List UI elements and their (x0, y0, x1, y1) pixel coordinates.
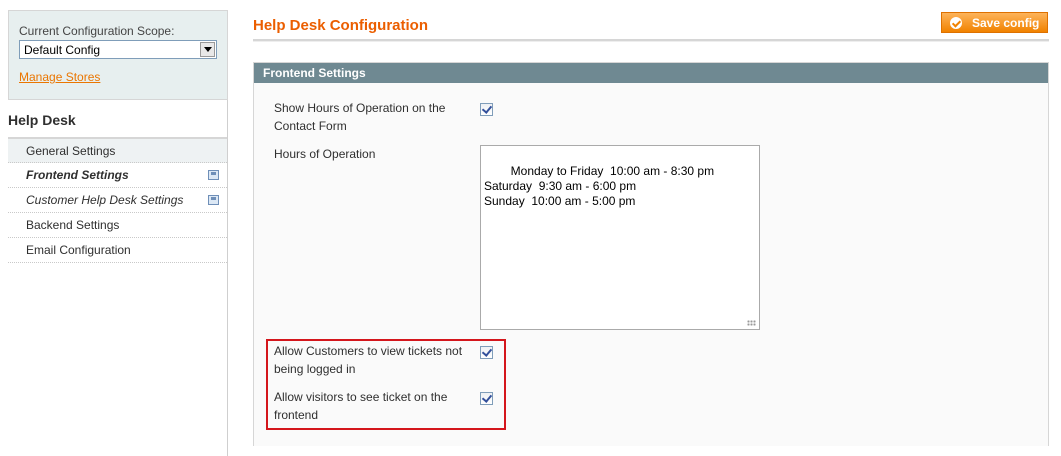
fieldset-header[interactable]: Frontend Settings (254, 63, 1048, 83)
hours-of-operation-label: Hours of Operation (274, 147, 376, 161)
nav-item-frontend-settings[interactable]: Frontend Settings (8, 163, 227, 188)
nav-section-title: Help Desk (8, 100, 227, 138)
fieldset-body: Show Hours of Operation on the Contact F… (254, 83, 1048, 446)
resize-grip-icon[interactable] (747, 317, 756, 326)
nav-item-label: General Settings (26, 144, 116, 158)
config-nav: Help Desk General Settings Frontend Sett… (8, 100, 228, 456)
title-divider (253, 39, 1049, 42)
hours-of-operation-textarea[interactable]: Monday to Friday 10:00 am - 8:30 pm Satu… (480, 145, 760, 330)
nav-item-label: Frontend Settings (26, 168, 129, 182)
chevron-down-icon[interactable] (200, 42, 215, 57)
nav-item-label: Customer Help Desk Settings (26, 193, 184, 207)
highlight-annotation-box (266, 339, 506, 430)
hours-of-operation-text: Monday to Friday 10:00 am - 8:30 pm Satu… (484, 164, 715, 208)
check-circle-icon (950, 16, 962, 29)
nav-item-general-settings[interactable]: General Settings (8, 138, 227, 163)
scope-switcher-panel: Current Configuration Scope: Default Con… (8, 10, 228, 100)
scope-label: Current Configuration Scope: (19, 24, 175, 38)
nav-item-backend-settings[interactable]: Backend Settings (8, 213, 227, 238)
frontend-settings-fieldset: Frontend Settings Show Hours of Operatio… (253, 62, 1049, 446)
page-title: Help Desk Configuration (253, 17, 429, 34)
nav-item-label: Backend Settings (26, 218, 120, 232)
manage-stores-link[interactable]: Manage Stores (19, 70, 100, 84)
main-content: Help Desk Configuration Save config Fron… (253, 0, 1051, 456)
changed-indicator-icon (208, 170, 219, 180)
nav-item-label: Email Configuration (26, 243, 131, 257)
show-hours-checkbox[interactable] (480, 103, 493, 116)
sidebar: Current Configuration Scope: Default Con… (8, 10, 228, 456)
save-config-button[interactable]: Save config (941, 12, 1048, 33)
nav-item-customer-help-desk-settings[interactable]: Customer Help Desk Settings (8, 188, 227, 213)
scope-select[interactable]: Default Config (19, 40, 217, 59)
changed-indicator-icon (208, 195, 219, 205)
show-hours-label: Show Hours of Operation on the Contact F… (274, 101, 446, 133)
save-config-label: Save config (972, 15, 1040, 30)
nav-item-email-configuration[interactable]: Email Configuration (8, 238, 227, 263)
scope-select-value: Default Config (24, 43, 101, 57)
